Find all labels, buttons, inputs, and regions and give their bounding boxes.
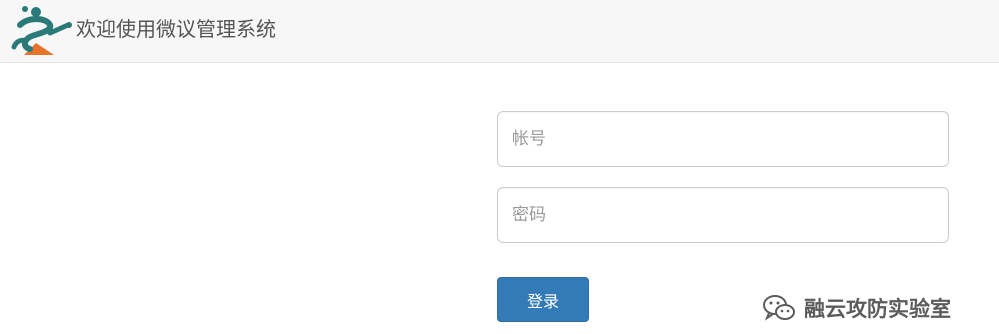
login-button[interactable]: 登录 <box>497 277 589 322</box>
wechat-icon <box>763 295 795 321</box>
watermark-text: 融云攻防实验室 <box>804 297 951 321</box>
page-title: 欢迎使用微议管理系统 <box>76 17 276 41</box>
watermark: 融云攻防实验室 <box>762 291 951 325</box>
username-input[interactable] <box>497 111 949 167</box>
password-input[interactable] <box>497 187 949 243</box>
app-logo-icon <box>11 6 72 55</box>
app-header: 欢迎使用微议管理系统 <box>0 0 999 63</box>
